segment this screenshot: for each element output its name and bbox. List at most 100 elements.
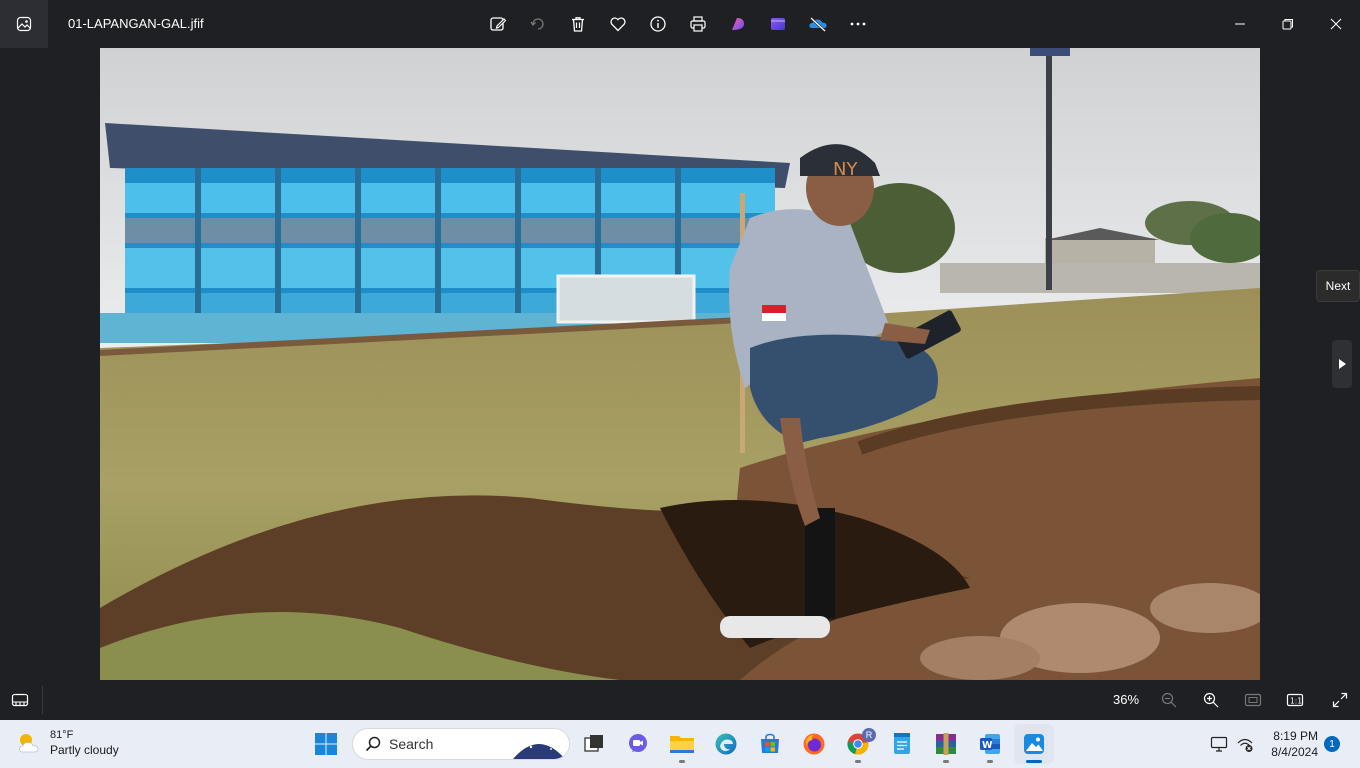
onedrive-button[interactable] bbox=[798, 4, 838, 44]
file-explorer-button[interactable] bbox=[662, 724, 702, 764]
svg-text:NY: NY bbox=[833, 159, 858, 180]
fit-window-icon bbox=[1244, 693, 1262, 707]
actual-size-icon: 1:1 bbox=[1286, 693, 1304, 707]
network-status-button[interactable] bbox=[1232, 724, 1258, 764]
photos-app-icon[interactable] bbox=[0, 0, 48, 48]
heart-icon bbox=[610, 17, 626, 32]
system-clock[interactable]: 8:19 PM 8/4/2024 bbox=[1262, 728, 1318, 760]
edit-icon bbox=[490, 17, 507, 31]
delete-button[interactable] bbox=[558, 4, 598, 44]
zoom-in-icon bbox=[1203, 692, 1219, 708]
restore-icon bbox=[1282, 19, 1293, 30]
rotate-icon bbox=[530, 18, 544, 30]
zoom-out-icon bbox=[1161, 692, 1177, 708]
running-indicator bbox=[943, 760, 949, 763]
windows-taskbar: 81°F Partly cloudy Search R W 8:19 PM 8/… bbox=[0, 720, 1360, 768]
taskbar-search[interactable]: Search bbox=[352, 728, 570, 760]
designer-icon bbox=[732, 18, 744, 30]
actual-size-button[interactable]: 1:1 bbox=[1283, 688, 1307, 712]
notepad-button[interactable] bbox=[882, 724, 922, 764]
designer-button[interactable] bbox=[718, 4, 758, 44]
chrome-profile-badge: R bbox=[862, 728, 876, 742]
chat-icon bbox=[629, 734, 647, 752]
next-tooltip: Next bbox=[1316, 270, 1360, 302]
clock-time: 8:19 PM bbox=[1273, 729, 1318, 743]
photos-taskbar-button[interactable] bbox=[1014, 724, 1054, 764]
file-info-button[interactable] bbox=[638, 4, 678, 44]
delete-icon bbox=[572, 17, 584, 32]
viewer-bottom-bar: 36% 1:1 bbox=[0, 680, 1360, 720]
svg-text:1:1: 1:1 bbox=[1290, 697, 1302, 706]
weather-condition: Partly cloudy bbox=[50, 743, 119, 757]
clock-date: 8/4/2024 bbox=[1271, 745, 1318, 759]
edge-button[interactable] bbox=[706, 724, 746, 764]
edge-icon bbox=[715, 733, 737, 755]
monitor-icon bbox=[1210, 736, 1228, 752]
photo[interactable]: NY bbox=[100, 48, 1260, 680]
network-disconnected-icon bbox=[1237, 738, 1253, 752]
image-viewer: NY Next bbox=[0, 48, 1360, 680]
task-view-icon bbox=[584, 735, 603, 752]
notification-badge[interactable]: 1 bbox=[1324, 736, 1340, 752]
display-settings-button[interactable] bbox=[1206, 724, 1232, 764]
expand-icon bbox=[1332, 692, 1348, 708]
minimize-button[interactable] bbox=[1216, 0, 1264, 48]
image-toolbar bbox=[478, 4, 878, 44]
minimize-icon bbox=[1235, 23, 1245, 25]
more-icon bbox=[850, 22, 866, 26]
clipchamp-button[interactable] bbox=[758, 4, 798, 44]
winrar-button[interactable] bbox=[926, 724, 966, 764]
restore-button[interactable] bbox=[1264, 0, 1312, 48]
onedrive-off-icon bbox=[809, 17, 827, 32]
partly-cloudy-icon bbox=[19, 734, 39, 753]
folder-icon bbox=[670, 736, 694, 753]
play-right-icon bbox=[1339, 359, 1346, 369]
filmstrip-button[interactable] bbox=[8, 688, 32, 712]
chrome-button[interactable]: R bbox=[838, 724, 878, 764]
winrar-icon bbox=[936, 733, 956, 755]
active-indicator bbox=[1026, 760, 1042, 763]
edit-image-button[interactable] bbox=[478, 4, 518, 44]
teams-chat-button[interactable] bbox=[618, 724, 658, 764]
file-name-title: 01-LAPANGAN-GAL.jfif bbox=[68, 16, 204, 31]
full-screen-button[interactable] bbox=[1328, 688, 1352, 712]
filmstrip-icon bbox=[11, 693, 29, 707]
weather-widget[interactable]: 81°F Partly cloudy bbox=[16, 728, 119, 758]
more-options-button[interactable] bbox=[838, 4, 878, 44]
firefox-icon bbox=[803, 733, 825, 755]
rotate-button[interactable] bbox=[518, 4, 558, 44]
print-button[interactable] bbox=[678, 4, 718, 44]
search-label: Search bbox=[389, 736, 434, 752]
title-bar: 01-LAPANGAN-GAL.jfif bbox=[0, 0, 1360, 48]
search-icon bbox=[365, 736, 381, 752]
favorite-button[interactable] bbox=[598, 4, 638, 44]
windows-logo-icon bbox=[315, 733, 337, 755]
photos-icon bbox=[1024, 734, 1044, 754]
next-image-button[interactable] bbox=[1332, 340, 1352, 388]
bottom-divider bbox=[42, 686, 43, 714]
notepad-icon bbox=[894, 733, 910, 754]
store-icon bbox=[761, 733, 779, 753]
word-icon: W bbox=[980, 734, 1000, 754]
svg-text:W: W bbox=[982, 740, 993, 751]
running-indicator bbox=[855, 760, 861, 763]
close-icon bbox=[1330, 18, 1342, 30]
microsoft-store-button[interactable] bbox=[750, 724, 790, 764]
task-view-button[interactable] bbox=[574, 724, 614, 764]
start-button[interactable] bbox=[306, 724, 346, 764]
zoom-out-button[interactable] bbox=[1157, 688, 1181, 712]
word-button[interactable]: W bbox=[970, 724, 1010, 764]
firefox-button[interactable] bbox=[794, 724, 834, 764]
printer-icon bbox=[690, 16, 706, 32]
clipchamp-icon bbox=[771, 18, 785, 30]
running-indicator bbox=[987, 760, 993, 763]
search-highlight-icon bbox=[509, 729, 569, 759]
photo-illustration: NY bbox=[100, 48, 1260, 680]
info-icon bbox=[650, 16, 666, 32]
fit-to-window-button[interactable] bbox=[1241, 688, 1265, 712]
weather-temperature: 81°F bbox=[50, 729, 74, 741]
zoom-in-button[interactable] bbox=[1199, 688, 1223, 712]
running-indicator bbox=[679, 760, 685, 763]
zoom-level[interactable]: 36% bbox=[1104, 692, 1148, 707]
close-button[interactable] bbox=[1312, 0, 1360, 48]
